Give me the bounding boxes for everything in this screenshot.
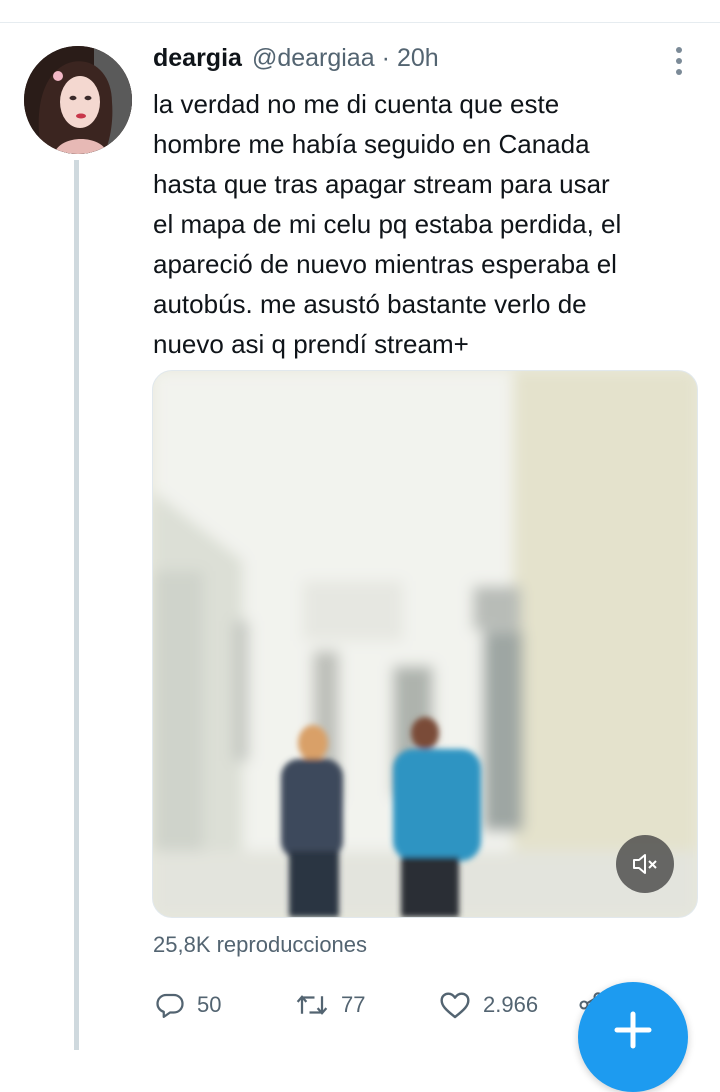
view-count: 25,8K reproducciones: [153, 932, 368, 957]
video-frame: [153, 371, 697, 917]
retweet-count: 77: [341, 992, 366, 1017]
video-media[interactable]: [152, 370, 698, 918]
top-divider: [0, 22, 720, 23]
more-vertical-icon[interactable]: [664, 46, 694, 76]
like-count: 2.966: [483, 992, 539, 1017]
volume-muted-icon: [633, 854, 657, 874]
mute-button[interactable]: [616, 835, 674, 893]
plus-icon: [614, 1011, 652, 1049]
like-button[interactable]: 2.966: [439, 982, 538, 1028]
thread-line: [74, 160, 79, 1050]
avatar-portrait: [24, 46, 132, 154]
author-handle[interactable]: @deargiaa: [252, 44, 375, 73]
tweet-header: deargia @deargiaa · 20h: [153, 44, 439, 78]
heart-icon: [440, 992, 470, 1019]
avatar[interactable]: [24, 46, 132, 154]
reply-button[interactable]: 50: [155, 982, 221, 1028]
tweet-text: la verdad no me di cuenta que este hombr…: [153, 89, 622, 359]
reply-icon: [156, 993, 184, 1018]
reply-count: 50: [197, 992, 222, 1017]
retweet-icon: [296, 995, 328, 1015]
author-name[interactable]: deargia: [153, 44, 242, 73]
retweet-button[interactable]: 77: [295, 982, 365, 1028]
separator-dot: ·: [381, 44, 390, 72]
tweet-timestamp[interactable]: 20h: [397, 44, 439, 73]
compose-button[interactable]: [578, 982, 688, 1092]
